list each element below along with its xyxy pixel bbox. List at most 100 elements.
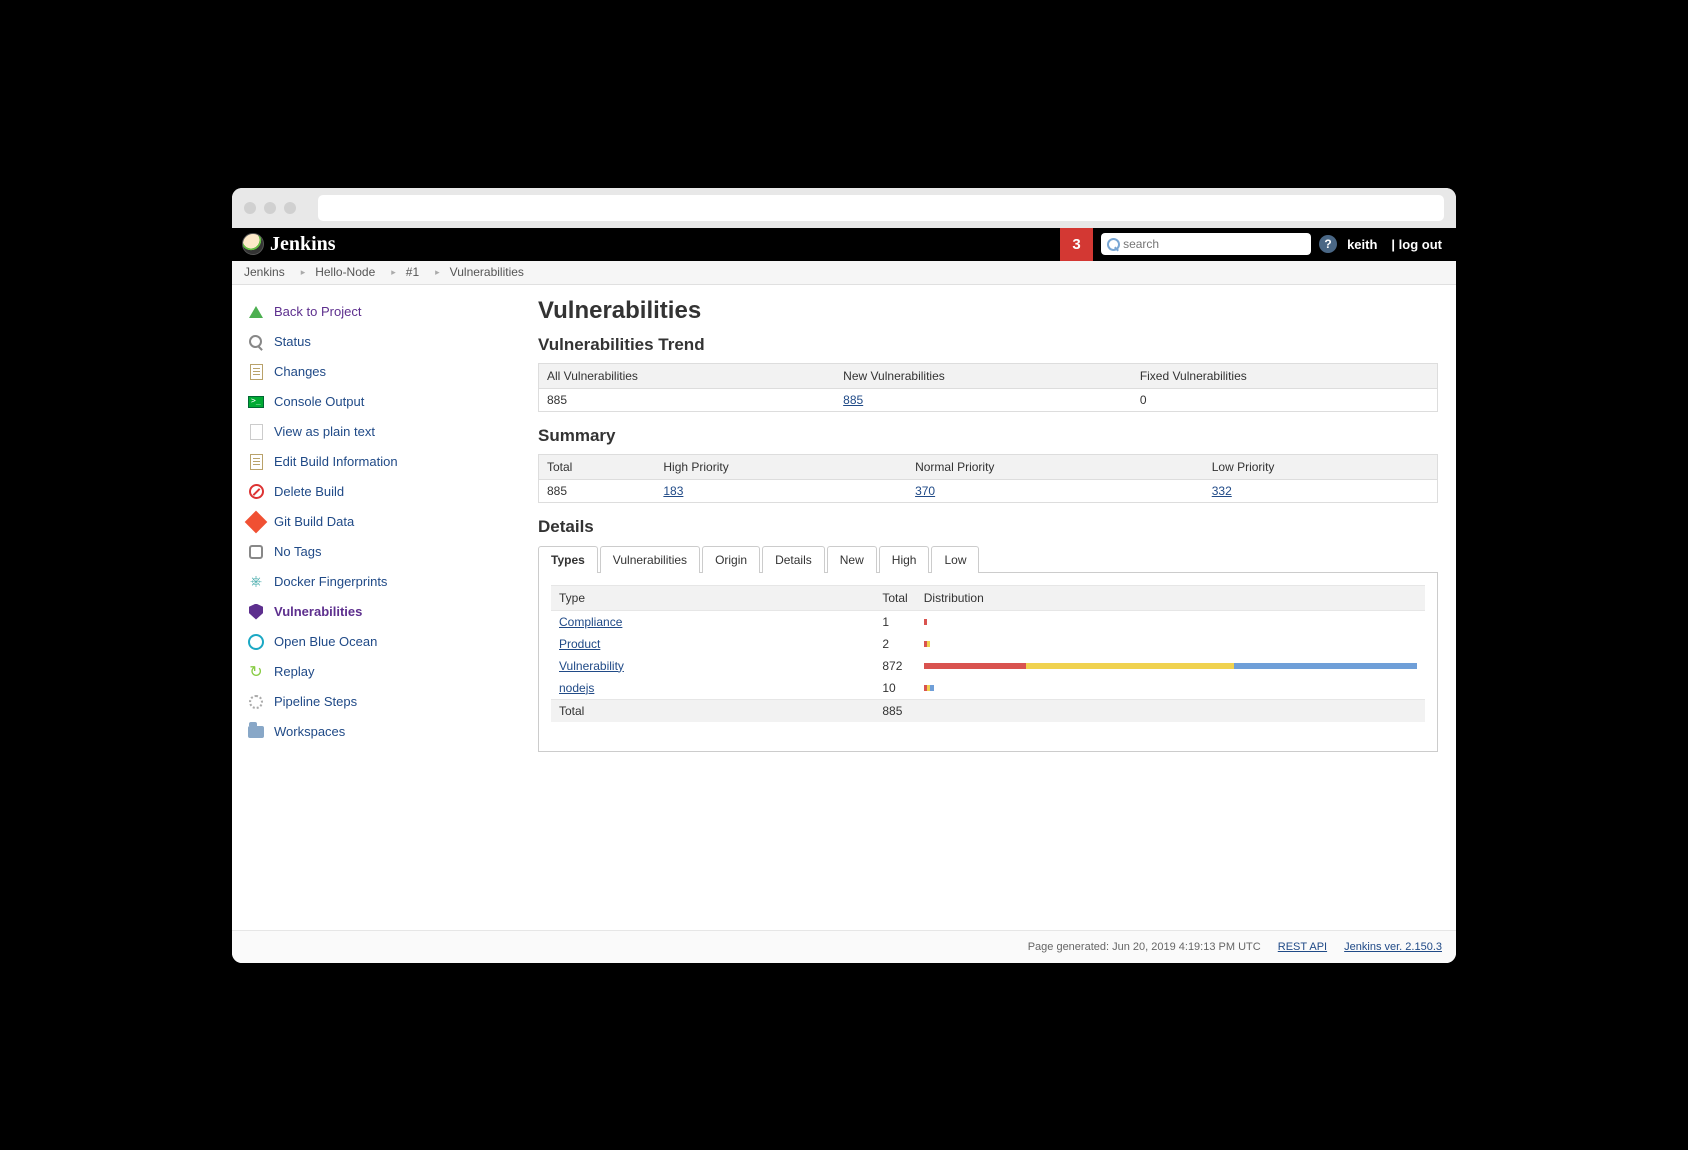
details-col-distribution: Distribution — [916, 585, 1425, 610]
browser-chrome — [232, 188, 1456, 228]
details-type-link[interactable]: nodejs — [559, 681, 594, 695]
footer-rest-api-link[interactable]: REST API — [1278, 941, 1327, 953]
sidebar-item-plain-text[interactable]: View as plain text — [232, 417, 532, 447]
sidebar-item-open-blue-ocean[interactable]: Open Blue Ocean — [232, 627, 532, 657]
summary-col-total: Total — [539, 454, 656, 479]
sidebar-item-workspaces[interactable]: Workspaces — [232, 717, 532, 747]
search-icon — [1105, 236, 1121, 252]
details-panel: Type Total Distribution Compliance1Produ… — [538, 572, 1438, 752]
sidebar-item-no-tags[interactable]: No Tags — [232, 537, 532, 567]
tab-low[interactable]: Low — [931, 546, 979, 573]
distribution-segment-normal — [927, 641, 930, 647]
sidebar-label: Console Output — [274, 394, 364, 409]
sidebar-item-replay[interactable]: ↻Replay — [232, 657, 532, 687]
sidebar-item-status[interactable]: Status — [232, 327, 532, 357]
details-type-link[interactable]: Vulnerability — [559, 659, 624, 673]
summary-col-high: High Priority — [655, 454, 907, 479]
trend-new-link[interactable]: 885 — [843, 393, 863, 407]
distribution-cell — [916, 610, 1425, 633]
help-icon[interactable]: ? — [1319, 235, 1337, 253]
table-row: Product 2 — [551, 633, 1425, 655]
details-type-link[interactable]: Product — [559, 637, 600, 651]
details-row-total: 1 — [874, 610, 915, 633]
main-panel: Vulnerabilities Vulnerabilities Trend Al… — [532, 285, 1456, 930]
brand-text: Jenkins — [270, 233, 336, 256]
distribution-segment-low — [1234, 663, 1417, 669]
edit-icon — [246, 452, 266, 472]
sidebar-item-console-output[interactable]: Console Output — [232, 387, 532, 417]
distribution-bar — [924, 641, 1417, 647]
logout-link[interactable]: | log out — [1391, 237, 1442, 252]
sidebar-item-back-to-project[interactable]: Back to Project — [232, 297, 532, 327]
summary-normal-link[interactable]: 370 — [915, 484, 935, 498]
notification-badge[interactable]: 3 — [1060, 228, 1093, 261]
tab-vulnerabilities[interactable]: Vulnerabilities — [600, 546, 700, 573]
breadcrumb-item[interactable]: Vulnerabilities — [450, 265, 524, 279]
sidebar-label: Open Blue Ocean — [274, 634, 377, 649]
tab-details[interactable]: Details — [762, 546, 825, 573]
tab-types[interactable]: Types — [538, 546, 598, 573]
sidebar-item-delete-build[interactable]: Delete Build — [232, 477, 532, 507]
details-row-total: 2 — [874, 633, 915, 655]
summary-col-low: Low Priority — [1204, 454, 1438, 479]
distribution-cell — [916, 655, 1425, 677]
details-col-type: Type — [551, 585, 874, 610]
sidebar-label: Changes — [274, 364, 326, 379]
sidebar-item-edit-build-info[interactable]: Edit Build Information — [232, 447, 532, 477]
url-bar[interactable] — [318, 195, 1444, 221]
table-row: nodejs10 — [551, 677, 1425, 700]
footer-version-link[interactable]: Jenkins ver. 2.150.3 — [1344, 941, 1442, 953]
window-close-dot[interactable] — [244, 202, 256, 214]
window-max-dot[interactable] — [284, 202, 296, 214]
details-footer-total: 885 — [874, 699, 915, 722]
breadcrumb-item[interactable]: #1 — [406, 265, 419, 279]
sidebar-item-changes[interactable]: Changes — [232, 357, 532, 387]
table-row: 885 885 0 — [539, 388, 1438, 411]
breadcrumb-item[interactable]: Hello-Node — [315, 265, 375, 279]
sidebar-item-git-build-data[interactable]: Git Build Data — [232, 507, 532, 537]
sidebar-label: No Tags — [274, 544, 321, 559]
search-input[interactable] — [1101, 233, 1311, 255]
distribution-bar — [924, 685, 1417, 691]
distribution-cell — [916, 677, 1425, 700]
shield-icon — [246, 602, 266, 622]
sidebar-item-pipeline-steps[interactable]: Pipeline Steps — [232, 687, 532, 717]
sidebar-item-vulnerabilities[interactable]: Vulnerabilities — [232, 597, 532, 627]
user-link[interactable]: keith — [1347, 237, 1377, 252]
tab-high[interactable]: High — [879, 546, 930, 573]
distribution-segment-low — [930, 685, 934, 691]
breadcrumb-item[interactable]: Jenkins — [244, 265, 285, 279]
trend-col-new: New Vulnerabilities — [835, 363, 1132, 388]
sidebar-label: Docker Fingerprints — [274, 574, 387, 589]
delete-icon — [246, 482, 266, 502]
footer-generated: Page generated: Jun 20, 2019 4:19:13 PM … — [1028, 941, 1261, 953]
summary-total-value: 885 — [539, 479, 656, 502]
search-wrap — [1101, 233, 1311, 255]
trend-fixed-value: 0 — [1132, 388, 1438, 411]
sidebar-item-docker-fingerprints[interactable]: ⎈ Docker Fingerprints — [232, 567, 532, 597]
trend-col-all: All Vulnerabilities — [539, 363, 836, 388]
tag-icon — [246, 542, 266, 562]
window-min-dot[interactable] — [264, 202, 276, 214]
details-row-total: 872 — [874, 655, 915, 677]
jenkins-logo[interactable]: Jenkins — [232, 233, 346, 256]
tab-origin[interactable]: Origin — [702, 546, 760, 573]
details-col-total: Total — [874, 585, 915, 610]
details-type-link[interactable]: Compliance — [559, 615, 622, 629]
docker-icon: ⎈ — [246, 572, 266, 592]
sidebar: Back to Project Status Changes Console O… — [232, 285, 532, 930]
page-title: Vulnerabilities — [538, 297, 1438, 325]
summary-low-link[interactable]: 332 — [1212, 484, 1232, 498]
text-file-icon — [246, 422, 266, 442]
summary-high-link[interactable]: 183 — [663, 484, 683, 498]
details-footer-label: Total — [551, 699, 874, 722]
details-heading: Details — [538, 517, 1438, 537]
tab-new[interactable]: New — [827, 546, 877, 573]
replay-icon: ↻ — [246, 662, 266, 682]
sidebar-label: Vulnerabilities — [274, 604, 362, 619]
chevron-right-icon: ▸ — [391, 267, 396, 278]
folder-icon — [246, 722, 266, 742]
app-window: Jenkins 3 ? keith | log out Jenkins ▸ Hel… — [232, 188, 1456, 963]
chevron-right-icon: ▸ — [435, 267, 440, 278]
sidebar-label: View as plain text — [274, 424, 375, 439]
